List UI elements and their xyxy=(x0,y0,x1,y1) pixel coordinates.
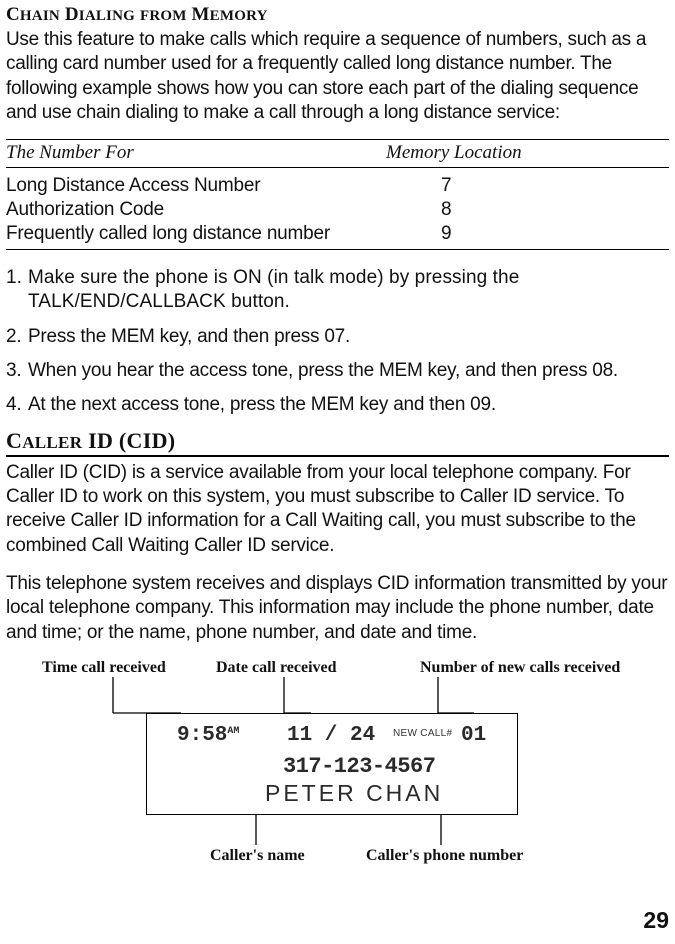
table-header-col2: Memory Location xyxy=(386,142,669,164)
heading-part: D xyxy=(60,4,79,25)
lcd-ampm: AM xyxy=(227,726,239,737)
list-item: 4. At the next access tone, press the ME… xyxy=(6,393,669,417)
intro-paragraph: Use this feature to make calls which req… xyxy=(6,28,669,125)
steps-list: 1. Make sure the phone is ON (in talk mo… xyxy=(6,266,669,418)
heading-part: ID (CID) xyxy=(82,428,175,453)
heading-part: IALING xyxy=(79,8,135,24)
table-body: Long Distance Access Number 7 Authorizat… xyxy=(6,168,669,249)
table-row: Long Distance Access Number 7 xyxy=(6,174,669,198)
step-text: Make sure the phone is ON (in talk mode)… xyxy=(28,266,669,315)
step-number: 1. xyxy=(6,266,28,315)
lcd-newcall-label: NEW CALL# xyxy=(393,728,452,739)
list-item: 1. Make sure the phone is ON (in talk mo… xyxy=(6,266,669,315)
lcd-date: 11 / 24 xyxy=(287,724,375,747)
lcd-phone-number: 317-123-4567 xyxy=(283,754,435,779)
step-text: Press the MEM key, and then press 07. xyxy=(28,325,669,349)
heading-caller-id-wrap: CALLER ID (CID) xyxy=(6,428,669,457)
table-rule-bottom xyxy=(6,249,669,250)
table-cell: 9 xyxy=(441,222,669,246)
page-number: 29 xyxy=(643,907,669,934)
heading-chain-dialing: CHAIN DIALING FROM MEMORY xyxy=(6,4,669,26)
label-new-calls: Number of new calls received xyxy=(420,659,620,677)
list-item: 3. When you hear the access tone, press … xyxy=(6,359,669,383)
table-cell: 7 xyxy=(441,174,669,198)
heading-part: ALLER xyxy=(22,433,82,452)
heading-part: FROM xyxy=(140,8,187,24)
lcd-newcall-count: 01 xyxy=(461,724,486,747)
heading-part: EMORY xyxy=(210,8,268,24)
table-cell: 8 xyxy=(441,198,669,222)
list-item: 2. Press the MEM key, and then press 07. xyxy=(6,325,669,349)
heading-caller-id: CALLER ID (CID) xyxy=(6,428,669,455)
heading-part: C xyxy=(6,4,20,25)
table-row: Authorization Code 8 xyxy=(6,198,669,222)
table-cell: Frequently called long distance number xyxy=(6,222,441,246)
lcd-screen: 9:58AM 11 / 24 NEW CALL# 01 317-123-4567… xyxy=(146,713,518,815)
label-caller-phone: Caller's phone number xyxy=(366,847,523,865)
heading-part: C xyxy=(6,428,22,453)
lcd-diagram: Time call received Date call received Nu… xyxy=(6,659,669,909)
step-number: 3. xyxy=(6,359,28,383)
step-number: 2. xyxy=(6,325,28,349)
heading-part: M xyxy=(187,4,210,25)
table-header-col1: The Number For xyxy=(6,142,386,164)
heading-rule xyxy=(6,455,669,457)
step-text: At the next access tone, press the MEM k… xyxy=(28,393,669,417)
label-time-received: Time call received xyxy=(42,659,166,677)
table-cell: Authorization Code xyxy=(6,198,441,222)
cid-paragraph-1: Caller ID (CID) is a service available f… xyxy=(6,461,669,558)
label-date-received: Date call received xyxy=(216,659,337,677)
label-caller-name: Caller's name xyxy=(210,847,305,865)
step-text: When you hear the access tone, press the… xyxy=(28,359,669,383)
step-number: 4. xyxy=(6,393,28,417)
cid-paragraph-2: This telephone system receives and displ… xyxy=(6,572,669,645)
table-row: Frequently called long distance number 9 xyxy=(6,222,669,246)
heading-part: HAIN xyxy=(20,8,60,24)
table-cell: Long Distance Access Number xyxy=(6,174,441,198)
lcd-time: 9:58AM xyxy=(177,724,239,747)
lcd-caller-name: PETER CHAN xyxy=(265,780,443,807)
table-header: The Number For Memory Location xyxy=(6,140,669,167)
